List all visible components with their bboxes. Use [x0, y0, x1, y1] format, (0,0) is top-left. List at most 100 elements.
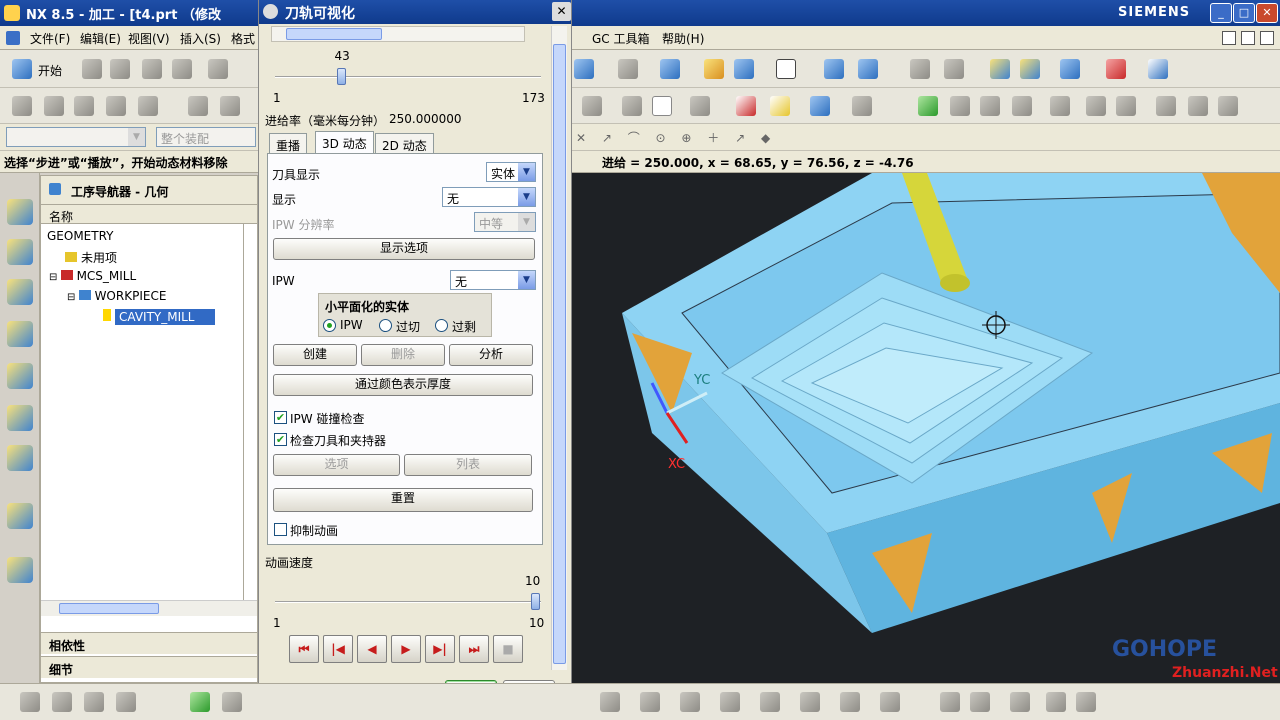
bottom-view-icon[interactable] — [640, 692, 660, 712]
tab-2d-dynamic[interactable]: 2D 动态 — [375, 133, 434, 154]
tree-row-mcs-mill[interactable]: ⊟ MCS_MILL — [41, 266, 257, 286]
reset-button[interactable]: 重置 — [273, 488, 533, 512]
ipw-collision-checkbox[interactable]: ✔ — [274, 411, 287, 424]
bottom-view-icon[interactable] — [720, 692, 740, 712]
history-icon[interactable] — [7, 503, 33, 529]
hscroll-thumb[interactable] — [59, 603, 159, 614]
filter-icon[interactable] — [1060, 59, 1080, 79]
step-forward-button[interactable]: ▶| — [425, 635, 455, 663]
assembly-nav-icon[interactable] — [7, 199, 33, 225]
minimize-button[interactable]: _ — [1210, 3, 1232, 23]
radio-ipw[interactable] — [323, 319, 336, 332]
snap-end-icon[interactable] — [1020, 59, 1040, 79]
tool-display-select[interactable]: 实体 ▼ — [486, 162, 536, 182]
bottom-check-icon[interactable] — [190, 692, 210, 712]
menu-gc-toolbox[interactable]: GC 工具箱 — [592, 30, 650, 47]
property3-icon[interactable] — [1218, 96, 1238, 116]
tab-replay[interactable]: 重播 — [269, 133, 308, 154]
bottom-tool-icon[interactable] — [1010, 692, 1030, 712]
bottom-zoom-icon[interactable] — [1076, 692, 1096, 712]
doc-close-button[interactable] — [1260, 31, 1274, 45]
radio-gouge[interactable] — [435, 319, 448, 332]
output-cls-icon[interactable] — [652, 96, 672, 116]
wcs-icon[interactable] — [734, 59, 754, 79]
object-icon[interactable] — [950, 96, 970, 116]
display-options-button[interactable]: 显示选项 — [273, 238, 535, 260]
type-filter-combo[interactable]: ▼ — [6, 127, 146, 147]
machine-nav-icon[interactable] — [7, 363, 33, 389]
replay-path-icon[interactable] — [220, 96, 240, 116]
suppress-animation-checkbox[interactable] — [274, 523, 287, 536]
verify-icon[interactable] — [690, 96, 710, 116]
delete-button[interactable]: 删除 — [361, 344, 445, 366]
speed-slider-thumb[interactable] — [531, 593, 540, 610]
object3-icon[interactable] — [1012, 96, 1032, 116]
reuse-library-icon[interactable] — [7, 405, 33, 431]
web-browser-icon[interactable] — [7, 557, 33, 583]
step-back-button[interactable]: |◀ — [323, 635, 353, 663]
cut-icon[interactable] — [208, 59, 228, 79]
dialog-hscrollbar[interactable] — [271, 26, 525, 42]
options-button[interactable]: 选项 — [273, 454, 400, 476]
create-tool-icon[interactable] — [44, 96, 64, 116]
info-icon[interactable] — [1116, 96, 1136, 116]
snap-point-icon[interactable] — [990, 59, 1010, 79]
menu-help[interactable]: 帮助(H) — [662, 30, 704, 47]
bottom-tool-icon[interactable] — [940, 692, 960, 712]
pin-icon[interactable] — [49, 183, 61, 195]
create-button[interactable]: 创建 — [273, 344, 357, 366]
navigator-hscrollbar[interactable] — [41, 600, 257, 616]
view-orient-icon[interactable] — [660, 59, 680, 79]
roles-icon[interactable] — [7, 445, 33, 471]
step-slider-thumb[interactable] — [337, 68, 347, 85]
speed-slider-track[interactable] — [275, 601, 541, 603]
step-slider-track[interactable] — [275, 76, 541, 78]
comment-icon[interactable] — [1086, 96, 1106, 116]
tree-row-unused[interactable]: 未用项 — [41, 246, 257, 266]
transform-icon[interactable] — [852, 96, 872, 116]
menu-edit[interactable]: 编辑(E) — [80, 30, 121, 47]
tree-row-workpiece[interactable]: ⊟ WORKPIECE — [41, 286, 257, 306]
stop-button[interactable]: ■ — [493, 635, 523, 663]
selection-icon[interactable] — [944, 59, 964, 79]
menu-view[interactable]: 视图(V) — [128, 30, 170, 47]
assembly-icon[interactable] — [910, 59, 930, 79]
operation-nav-icon[interactable] — [7, 321, 33, 347]
app-menu-icon[interactable] — [6, 31, 20, 45]
ipw-resolution-select[interactable]: 中等 ▼ — [474, 212, 536, 232]
start-menu-button[interactable]: 开始 — [38, 62, 62, 79]
dialog-hscroll-thumb[interactable] — [286, 28, 382, 40]
show-thickness-button[interactable]: 通过颜色表示厚度 — [273, 374, 533, 396]
tab-3d-dynamic[interactable]: 3D 动态 — [315, 131, 374, 154]
generate-path-icon[interactable] — [188, 96, 208, 116]
feature-icon[interactable] — [1050, 96, 1070, 116]
collapse-icon[interactable]: ⊟ — [49, 272, 61, 283]
analyze-button[interactable]: 分析 — [449, 344, 533, 366]
create-operation-icon[interactable] — [138, 96, 158, 116]
create-method-icon[interactable] — [106, 96, 126, 116]
menu-file[interactable]: 文件(F) — [30, 30, 70, 47]
fit-view-icon[interactable] — [574, 59, 594, 79]
assembly-scope-combo[interactable]: 整个装配 — [156, 127, 256, 147]
part-nav-icon[interactable] — [7, 279, 33, 305]
collapse-icon[interactable]: ⊟ — [67, 292, 79, 303]
radio-overcut[interactable] — [379, 319, 392, 332]
open-file-icon[interactable] — [110, 59, 130, 79]
bottom-view-icon[interactable] — [800, 692, 820, 712]
dialog-vscroll-thumb[interactable] — [553, 44, 566, 664]
bottom-view-icon[interactable] — [760, 692, 780, 712]
display-select[interactable]: 无 ▼ — [442, 187, 536, 207]
graphics-viewport[interactable]: XC YC GOHOPE Zhuanzhi.Net — [572, 173, 1280, 683]
new-file-icon[interactable] — [82, 59, 102, 79]
tree-row-cavity-mill[interactable]: CAVITY_MILL — [41, 306, 215, 326]
background-icon[interactable] — [776, 59, 796, 79]
dependencies-panel[interactable]: 相依性 — [41, 632, 257, 654]
rewind-to-start-button[interactable]: ⏮ — [289, 635, 319, 663]
start-icon[interactable] — [12, 59, 32, 79]
list-button[interactable]: 列表 — [404, 454, 532, 476]
create-geometry-icon[interactable] — [74, 96, 94, 116]
play-forward-button[interactable]: ▶ — [391, 635, 421, 663]
layer-icon[interactable] — [704, 59, 724, 79]
dialog-vscrollbar[interactable] — [551, 26, 567, 670]
tool-path-edit-icon[interactable] — [736, 96, 756, 116]
